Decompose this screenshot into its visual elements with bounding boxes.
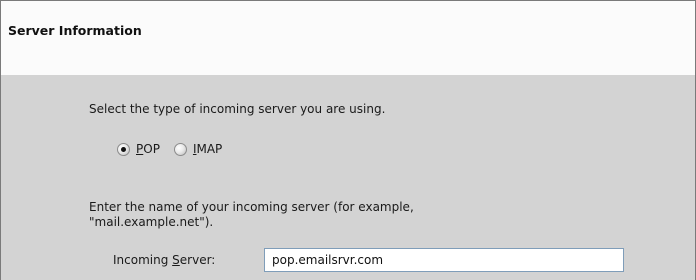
section-header: Server Information	[0, 0, 696, 76]
server-type-prompt: Select the type of incoming server you a…	[89, 102, 386, 116]
radio-option-pop[interactable]: POP	[117, 142, 160, 156]
pop-radio-label[interactable]: POP	[136, 142, 160, 156]
pop-radio-button[interactable]	[117, 142, 130, 156]
section-title: Server Information	[8, 23, 142, 38]
incoming-server-label: Incoming Server:	[113, 253, 216, 267]
radio-option-imap[interactable]: IMAP	[173, 142, 222, 156]
imap-radio-button[interactable]	[173, 142, 187, 156]
server-name-prompt-line-2: "mail.example.net").	[89, 215, 214, 229]
imap-radio-label[interactable]: IMAP	[193, 142, 222, 156]
incoming-server-input[interactable]	[264, 248, 624, 272]
server-type-radio-group: POP IMAP	[117, 142, 236, 156]
server-name-prompt-line-1: Enter the name of your incoming server (…	[89, 200, 414, 214]
